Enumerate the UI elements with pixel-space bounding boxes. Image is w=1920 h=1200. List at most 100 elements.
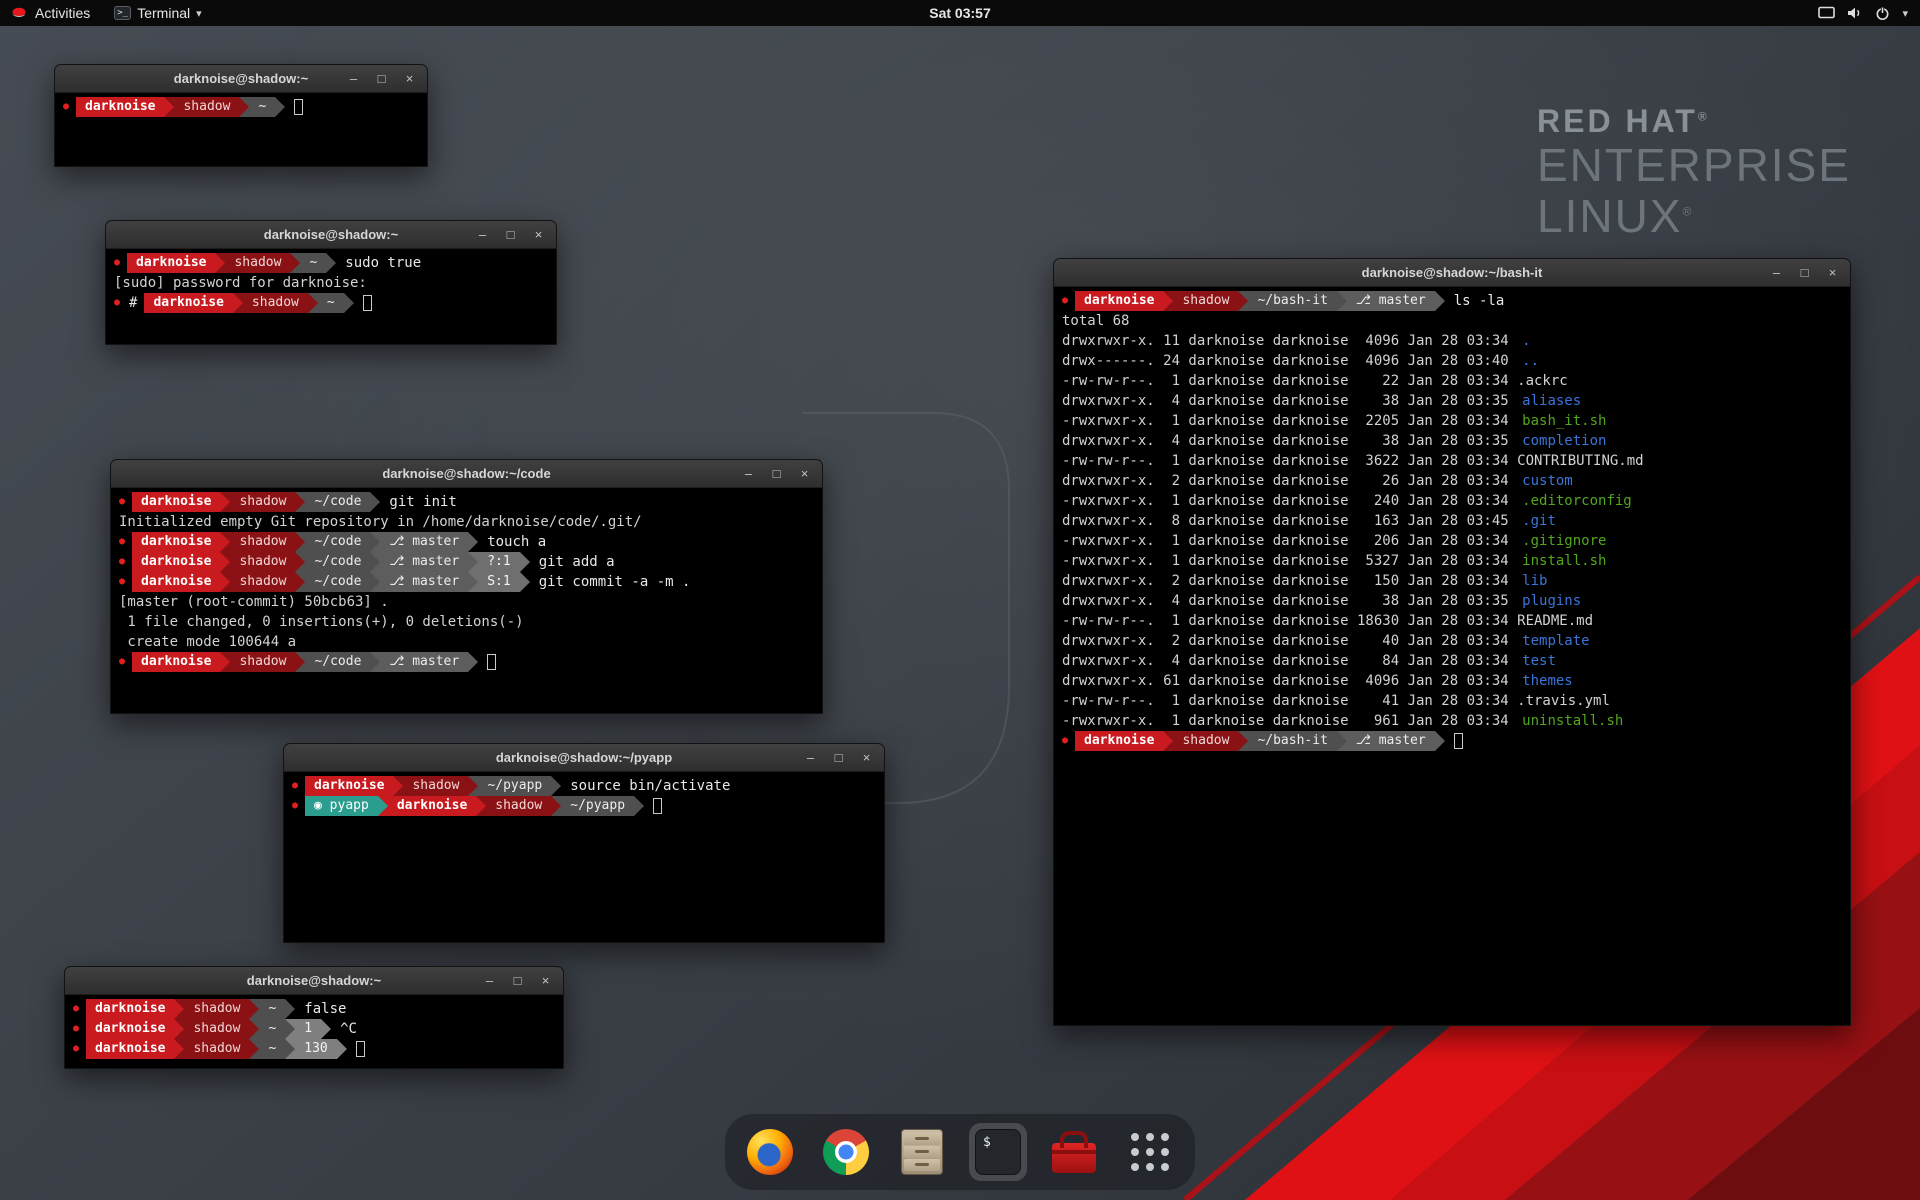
powerline-separator <box>295 492 305 512</box>
top-bar: Activities >_ Terminal ▾ Sat 03:57 ▾ <box>0 0 1920 26</box>
output-text: -rwxrwxr-x. 1 darknoise darknoise 961 Ja… <box>1057 711 1517 731</box>
terminal-window-pyapp[interactable]: darknoise@shadow:~/pyapp – □ × ●darknois… <box>283 743 885 943</box>
terminal-line: ●darknoiseshadow~/code⎇ master?:1git add… <box>114 552 819 572</box>
app-menu-terminal[interactable]: >_ Terminal ▾ <box>102 0 213 26</box>
prompt-segment-host: shadow <box>1173 291 1238 311</box>
redhat-prompt-icon: ● <box>114 532 132 552</box>
powerline-separator <box>520 552 530 572</box>
minimize-button[interactable]: – <box>804 745 817 771</box>
prompt-segment-venv: ◉ pyapp <box>305 796 378 816</box>
minimize-button[interactable]: – <box>742 461 755 487</box>
terminal-window-code[interactable]: darknoise@shadow:~/code – □ × ●darknoise… <box>110 459 823 714</box>
terminal-cursor <box>1454 733 1463 749</box>
dock: $ <box>725 1114 1195 1190</box>
prompt-segment-host: shadow <box>230 492 295 512</box>
power-icon <box>1875 6 1890 21</box>
maximize-button[interactable]: □ <box>375 66 388 92</box>
powerline-separator <box>344 293 354 313</box>
terminal-line: drwxrwxr-x. 2 darknoise darknoise 26 Jan… <box>1057 471 1847 491</box>
powerline-separator <box>468 776 478 796</box>
close-button[interactable]: × <box>1826 260 1839 286</box>
terminal-line: -rw-rw-r--. 1 darknoise darknoise 3622 J… <box>1057 451 1847 471</box>
terminal-window-exitcodes[interactable]: darknoise@shadow:~ – □ × ●darknoiseshado… <box>64 966 564 1069</box>
output-text: -rw-rw-r--. 1 darknoise darknoise 41 Jan… <box>1057 691 1610 711</box>
executable-name: .gitignore <box>1517 531 1606 551</box>
minimize-button[interactable]: – <box>476 222 489 248</box>
window-titlebar[interactable]: darknoise@shadow:~ – □ × <box>65 967 563 995</box>
window-title: darknoise@shadow:~/code <box>111 466 822 481</box>
terminal-line: -rwxrwxr-x. 1 darknoise darknoise 961 Ja… <box>1057 711 1847 731</box>
terminal-content[interactable]: ●darknoiseshadow~sudo true[sudo] passwor… <box>106 249 556 317</box>
terminal-line: -rwxrwxr-x. 1 darknoise darknoise 2205 J… <box>1057 411 1847 431</box>
prompt-segment-host: shadow <box>243 293 308 313</box>
terminal-window-bash-it[interactable]: darknoise@shadow:~/bash-it – □ × ●darkno… <box>1053 258 1851 1026</box>
window-titlebar[interactable]: darknoise@shadow:~ – □ × <box>55 65 427 93</box>
system-status-menu[interactable]: ▾ <box>1818 0 1920 26</box>
prompt-segment-user: darknoise <box>1075 291 1163 311</box>
terminal-window-sudo[interactable]: darknoise@shadow:~ – □ × ●darknoiseshado… <box>105 220 557 345</box>
powerline-separator <box>174 1019 184 1039</box>
terminal-content[interactable]: ●darknoiseshadow~/bash-it⎇ masterls -lat… <box>1054 287 1850 755</box>
prompt-segment-host: shadow <box>225 253 290 273</box>
prompt-segment-branch: ⎇ master <box>380 532 468 552</box>
minimize-button[interactable]: – <box>1770 260 1783 286</box>
maximize-button[interactable]: □ <box>511 968 524 994</box>
terminal-content[interactable]: ●darknoiseshadow~/codegit initInitialize… <box>111 488 822 676</box>
maximize-button[interactable]: □ <box>504 222 517 248</box>
minimize-button[interactable]: – <box>347 66 360 92</box>
dock-files-icon[interactable] <box>893 1123 951 1181</box>
command-text: sudo true <box>336 253 421 273</box>
output-text: drwxrwxr-x. 8 darknoise darknoise 163 Ja… <box>1057 511 1517 531</box>
terminal-line: drwxrwxr-x. 2 darknoise darknoise 40 Jan… <box>1057 631 1847 651</box>
terminal-content[interactable]: ●darknoiseshadow~false●darknoiseshadow~1… <box>65 995 563 1063</box>
powerline-separator <box>321 1019 331 1039</box>
powerline-separator <box>220 532 230 552</box>
output-text: -rwxrwxr-x. 1 darknoise darknoise 240 Ja… <box>1057 491 1517 511</box>
window-titlebar[interactable]: darknoise@shadow:~/code – □ × <box>111 460 822 488</box>
prompt-segment-branch: ⎇ master <box>380 552 468 572</box>
prompt-segment-host: shadow <box>184 999 249 1019</box>
close-button[interactable]: × <box>532 222 545 248</box>
window-titlebar[interactable]: darknoise@shadow:~/bash-it – □ × <box>1054 259 1850 287</box>
dock-chrome-icon[interactable] <box>817 1123 875 1181</box>
output-text: drwxrwxr-x. 11 darknoise darknoise 4096 … <box>1057 331 1517 351</box>
powerline-separator <box>520 572 530 592</box>
terminal-line: ●darknoiseshadow~/code⎇ master <box>114 652 819 672</box>
terminal-content[interactable]: ●darknoiseshadow~ <box>55 93 427 121</box>
activities-button[interactable]: Activities <box>0 0 102 26</box>
minimize-button[interactable]: – <box>483 968 496 994</box>
terminal-line: drwxrwxr-x. 11 darknoise darknoise 4096 … <box>1057 331 1847 351</box>
maximize-button[interactable]: □ <box>832 745 845 771</box>
powerline-separator <box>326 253 336 273</box>
maximize-button[interactable]: □ <box>770 461 783 487</box>
maximize-button[interactable]: □ <box>1798 260 1811 286</box>
close-button[interactable]: × <box>798 461 811 487</box>
powerline-separator <box>220 652 230 672</box>
dock-toolbox-icon[interactable] <box>1045 1123 1103 1181</box>
output-text: -rw-rw-r--. 1 darknoise darknoise 3622 J… <box>1057 451 1644 471</box>
powerline-separator <box>370 492 380 512</box>
close-button[interactable]: × <box>403 66 416 92</box>
terminal-content[interactable]: ●darknoiseshadow~/pyappsource bin/activa… <box>284 772 884 820</box>
redhat-prompt-icon: ● <box>287 796 305 816</box>
window-titlebar[interactable]: darknoise@shadow:~ – □ × <box>106 221 556 249</box>
dock-terminal-icon[interactable]: $ <box>969 1123 1027 1181</box>
prompt-segment-status: S:1 <box>478 572 519 592</box>
dock-appgrid-icon[interactable] <box>1121 1123 1179 1181</box>
window-titlebar[interactable]: darknoise@shadow:~/pyapp – □ × <box>284 744 884 772</box>
prompt-segment-exit: 130 <box>295 1039 336 1059</box>
terminal-cursor <box>356 1041 365 1057</box>
terminal-line: -rwxrwxr-x. 1 darknoise darknoise 240 Ja… <box>1057 491 1847 511</box>
powerline-separator <box>1337 731 1347 751</box>
terminal-line: ●darknoiseshadow~/bash-it⎇ masterls -la <box>1057 291 1847 311</box>
terminal-window-home-small[interactable]: darknoise@shadow:~ – □ × ●darknoiseshado… <box>54 64 428 167</box>
clock[interactable]: Sat 03:57 <box>929 5 990 21</box>
dock-firefox-icon[interactable] <box>741 1123 799 1181</box>
terminal-line: Initialized empty Git repository in /hom… <box>114 512 819 532</box>
close-button[interactable]: × <box>539 968 552 994</box>
output-text: drwxrwxr-x. 2 darknoise darknoise 150 Ja… <box>1057 571 1517 591</box>
powerline-separator <box>295 572 305 592</box>
powerline-separator <box>468 652 478 672</box>
terminal-line: drwx------. 24 darknoise darknoise 4096 … <box>1057 351 1847 371</box>
close-button[interactable]: × <box>860 745 873 771</box>
